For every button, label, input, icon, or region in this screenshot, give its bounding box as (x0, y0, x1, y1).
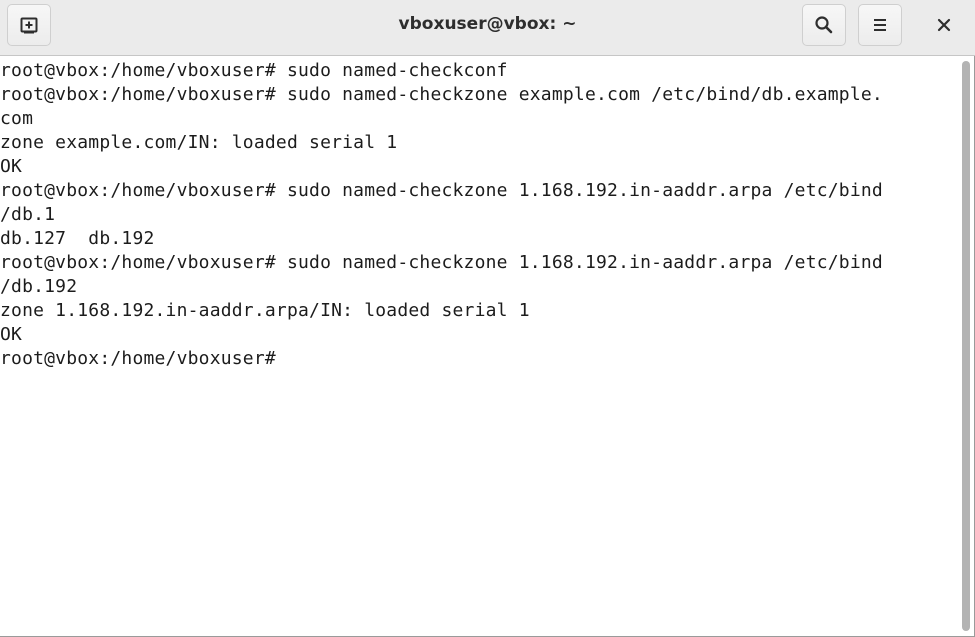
header-bar: vboxuser@vbox: ~ (0, 0, 975, 56)
search-icon (814, 15, 834, 35)
terminal-prompt: root@vbox:/home/vboxuser# (0, 348, 287, 369)
close-button[interactable] (922, 4, 966, 46)
terminal-line: root@vbox:/home/vboxuser# sudo named-che… (0, 180, 883, 201)
terminal-line: /db.192 (0, 276, 78, 297)
plus-in-square-icon (19, 15, 39, 35)
terminal-line: OK (0, 324, 23, 345)
new-tab-button[interactable] (7, 4, 51, 46)
terminal-line: root@vbox:/home/vboxuser# sudo named-che… (0, 60, 508, 81)
terminal-line: root@vbox:/home/vboxuser# sudo named-che… (0, 252, 883, 273)
hamburger-menu-icon (871, 16, 889, 34)
vertical-scrollbar[interactable] (958, 57, 974, 635)
terminal-line: zone example.com/IN: loaded serial 1 (0, 132, 398, 153)
terminal-line: root@vbox:/home/vboxuser# sudo named-che… (0, 84, 883, 105)
menu-button[interactable] (858, 4, 902, 46)
terminal-output[interactable]: root@vbox:/home/vboxuser# sudo named-che… (0, 57, 958, 635)
terminal-line: db.127 db.192 (0, 228, 155, 249)
scrollbar-thumb[interactable] (962, 61, 970, 631)
terminal-window: vboxuser@vbox: ~ root@vbox:/home/vboxuse… (0, 0, 975, 637)
terminal-line: com (0, 108, 34, 129)
terminal-line: /db.1 (0, 204, 56, 225)
terminal-line: OK (0, 156, 23, 177)
search-button[interactable] (802, 4, 846, 46)
terminal-line: zone 1.168.192.in-aaddr.arpa/IN: loaded … (0, 300, 530, 321)
close-icon (937, 18, 951, 32)
